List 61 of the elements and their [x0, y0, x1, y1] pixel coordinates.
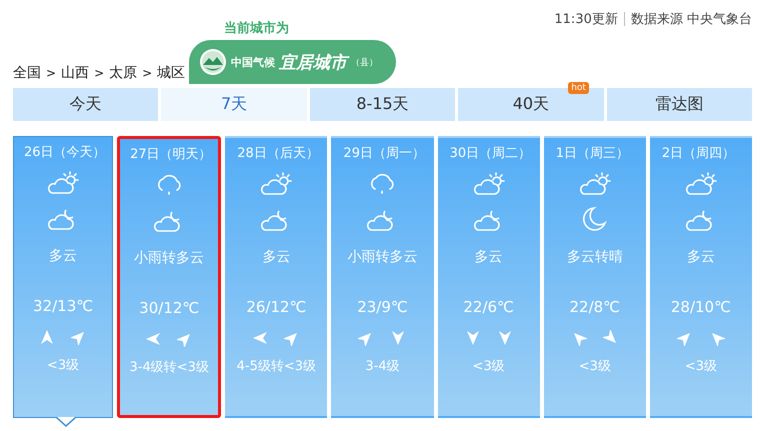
wind-direction-icon [464, 330, 481, 346]
day-date: 26日（今天） [24, 144, 106, 161]
breadcrumb-separator: > [142, 66, 152, 80]
pointer-icon [56, 417, 76, 427]
tab[interactable]: 8-15天 [310, 88, 456, 121]
day-date: 2日（周四） [662, 145, 736, 162]
breadcrumb-link[interactable]: 太原 [109, 64, 138, 82]
breadcrumb-separator: > [94, 66, 104, 80]
climate-logo-icon [199, 48, 228, 76]
wind-level: <3级 [46, 357, 80, 374]
temperature: 23/9℃ [357, 298, 408, 316]
sun-cloud-icon [259, 171, 294, 197]
wind-direction-icon [39, 329, 56, 345]
badge-org: 中国气候 [231, 54, 276, 70]
weather-text: 多云 [474, 248, 503, 266]
weather-text: 多云 [262, 248, 290, 266]
hot-tag: hot [568, 82, 589, 94]
day-date: 1日（周三） [556, 145, 629, 162]
badge-title: 宜居城市 [279, 52, 348, 74]
day-date: 30日（周二） [450, 145, 532, 162]
temperature: 28/10℃ [670, 298, 731, 316]
temperature: 22/6℃ [463, 298, 514, 316]
day-date: 29日（周一） [343, 145, 425, 162]
wind-direction-icon [496, 330, 513, 346]
temperature: 22/8℃ [570, 298, 620, 316]
wind-direction-icon [390, 330, 406, 346]
tab[interactable]: 今天 [13, 88, 158, 121]
sun-cloud-icon [578, 171, 612, 197]
wind-level: 3-4级 [365, 358, 400, 375]
sun-cloud-icon [472, 171, 506, 197]
breadcrumb-separator: > [46, 66, 56, 80]
temperature: 32/13℃ [33, 297, 94, 315]
sun-cloud-icon [684, 171, 718, 197]
weather-text: 多云 [686, 248, 715, 266]
wind-direction-icon [676, 330, 693, 346]
tab[interactable]: 7天 [161, 88, 307, 121]
wind-level: <3级 [684, 358, 717, 375]
data-source: 数据来源 中央气象台 [630, 11, 752, 28]
tab[interactable]: 雷达图 [606, 88, 752, 121]
wind-direction-icon [602, 330, 619, 346]
wind-level: <3级 [472, 358, 505, 375]
update-time: 11:30更新 [554, 11, 618, 28]
sun-cloud-icon [46, 170, 80, 196]
weather-text: 小雨转多云 [134, 249, 204, 267]
day-date: 27日（明天） [130, 146, 212, 163]
wind-level: 4-5级转<3级 [236, 358, 316, 375]
day-date: 28日（后天） [237, 145, 319, 162]
wind-level: 3-4级转<3级 [130, 359, 209, 376]
wind-direction-icon [145, 331, 162, 347]
temperature: 30/12℃ [139, 299, 200, 317]
badge-suffix: （县） [351, 56, 378, 68]
weather-text: 多云转晴 [566, 248, 623, 266]
breadcrumb-link[interactable]: 全国 [13, 64, 41, 82]
temperature: 26/12℃ [246, 298, 306, 316]
breadcrumb-link[interactable]: 城区 [157, 64, 186, 82]
badge-caption: 当前城市为 [224, 20, 290, 37]
weather-text: 小雨转多云 [347, 248, 418, 266]
wind-level: <3级 [578, 358, 611, 375]
wind-direction-icon [252, 330, 268, 346]
weather-text: 多云 [49, 247, 78, 265]
breadcrumb-link[interactable]: 山西 [61, 64, 90, 82]
